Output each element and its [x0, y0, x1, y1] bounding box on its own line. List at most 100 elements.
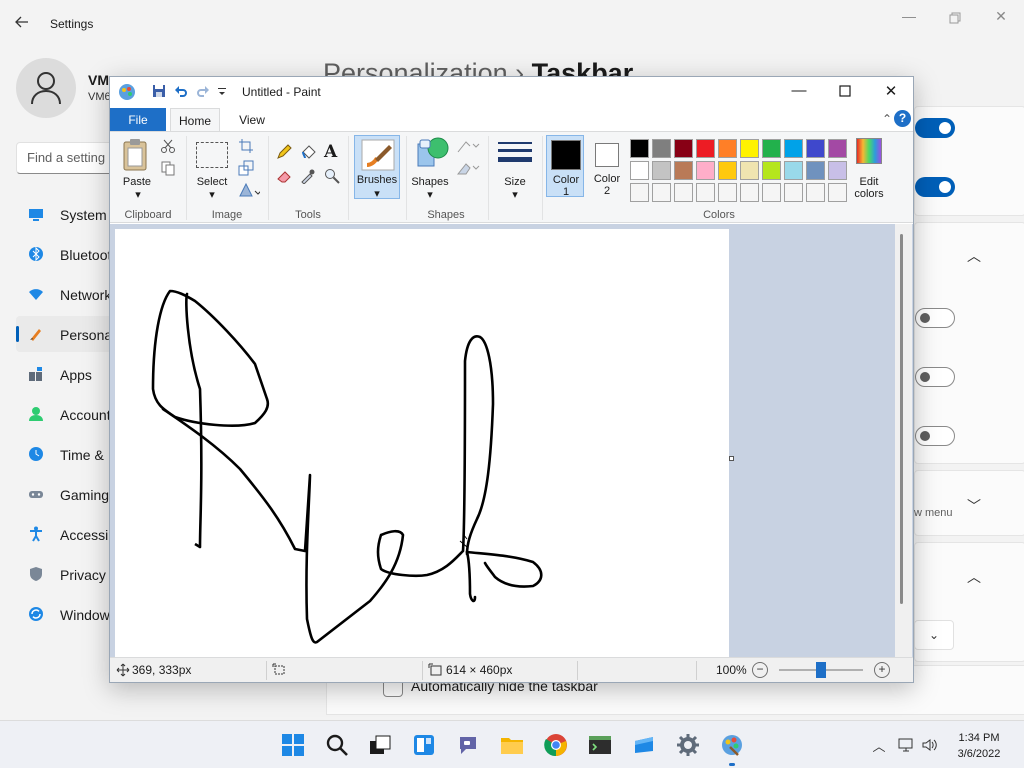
palette-color-swatch[interactable] — [784, 139, 803, 158]
size-dropdown-icon[interactable]: ▾ — [511, 188, 519, 201]
toggle-switch[interactable] — [915, 308, 955, 328]
palette-color-swatch[interactable] — [696, 183, 715, 202]
pencil-icon[interactable] — [276, 144, 294, 162]
chat-icon[interactable] — [456, 733, 480, 757]
brushes-button[interactable]: Brushes ▾ — [354, 135, 400, 200]
store-icon[interactable] — [632, 733, 656, 757]
edit-colors-button[interactable]: Edit — [846, 176, 892, 188]
chevron-up-icon[interactable]: ︿ — [966, 567, 982, 585]
scrollbar-thumb[interactable] — [900, 234, 903, 604]
palette-color-swatch[interactable] — [784, 183, 803, 202]
save-icon[interactable] — [152, 84, 168, 100]
customize-qat-icon[interactable] — [216, 84, 232, 100]
shapes-icon[interactable] — [414, 136, 450, 170]
resize-icon[interactable] — [238, 160, 256, 178]
restore-icon[interactable] — [940, 8, 970, 28]
dropdown-chevron-icon[interactable]: ⌄ — [914, 620, 954, 650]
shapes-dropdown-icon[interactable]: ▾ — [426, 188, 434, 201]
toggle-switch[interactable] — [915, 177, 955, 197]
toggle-switch[interactable] — [915, 118, 955, 138]
select-button[interactable]: Select — [192, 176, 232, 188]
palette-color-swatch[interactable] — [674, 183, 693, 202]
color1-button[interactable]: Color 1 — [546, 135, 584, 198]
paint-app-icon[interactable] — [118, 83, 136, 101]
palette-color-swatch[interactable] — [696, 161, 715, 180]
widgets-icon[interactable] — [412, 733, 436, 757]
paste-button[interactable]: Paste — [118, 176, 156, 188]
undo-icon[interactable] — [174, 84, 190, 100]
chevron-up-icon[interactable]: ︿ — [966, 246, 982, 264]
palette-color-swatch[interactable] — [762, 139, 781, 158]
palette-color-swatch[interactable] — [718, 139, 737, 158]
chevron-up-icon[interactable]: ︿ — [870, 736, 888, 754]
copy-icon[interactable] — [160, 160, 178, 178]
edit-colors-icon[interactable] — [856, 138, 882, 164]
palette-color-swatch[interactable] — [828, 139, 847, 158]
start-icon[interactable] — [281, 733, 305, 757]
color-picker-icon[interactable] — [300, 168, 318, 186]
palette-color-swatch[interactable] — [740, 161, 759, 180]
terminal-icon[interactable] — [588, 733, 612, 757]
palette-color-swatch[interactable] — [828, 161, 847, 180]
palette-color-swatch[interactable] — [740, 139, 759, 158]
avatar[interactable] — [16, 58, 76, 118]
palette-color-swatch[interactable] — [762, 161, 781, 180]
canvas-resize-handle[interactable] — [729, 456, 734, 461]
tab-file[interactable]: File — [110, 108, 166, 131]
redo-icon[interactable] — [196, 84, 212, 100]
minimize-icon[interactable]: — — [784, 82, 814, 102]
palette-color-swatch[interactable] — [806, 139, 825, 158]
network-icon[interactable] — [897, 736, 915, 754]
shapes-button[interactable]: Shapes — [408, 176, 452, 188]
paste-icon[interactable] — [122, 138, 152, 172]
palette-color-swatch[interactable] — [806, 161, 825, 180]
drawing-canvas[interactable] — [115, 229, 729, 657]
fill-icon[interactable] — [300, 144, 318, 162]
palette-color-swatch[interactable] — [828, 183, 847, 202]
palette-color-swatch[interactable] — [652, 161, 671, 180]
text-icon[interactable]: A — [324, 142, 342, 162]
palette-color-swatch[interactable] — [630, 161, 649, 180]
palette-color-swatch[interactable] — [696, 139, 715, 158]
palette-color-swatch[interactable] — [740, 183, 759, 202]
palette-color-swatch[interactable] — [652, 139, 671, 158]
palette-color-swatch[interactable] — [762, 183, 781, 202]
toggle-switch[interactable] — [915, 426, 955, 446]
paint-icon[interactable] — [720, 733, 744, 766]
color2-button[interactable]: Color 2 — [588, 135, 626, 197]
tab-home[interactable]: Home — [170, 108, 220, 131]
zoom-slider-thumb[interactable] — [816, 662, 826, 678]
settings-icon[interactable] — [676, 733, 700, 757]
magnifier-icon[interactable] — [324, 168, 342, 186]
chrome-icon[interactable] — [544, 733, 568, 757]
close-icon[interactable]: ✕ — [876, 82, 906, 102]
palette-color-swatch[interactable] — [784, 161, 803, 180]
palette-color-swatch[interactable] — [674, 139, 693, 158]
file-explorer-icon[interactable] — [500, 733, 524, 757]
fill-shape-icon[interactable] — [456, 160, 480, 178]
palette-color-swatch[interactable] — [630, 183, 649, 202]
select-icon[interactable] — [196, 142, 228, 168]
crop-icon[interactable] — [238, 138, 256, 156]
cut-icon[interactable] — [160, 138, 178, 156]
toggle-switch[interactable] — [915, 367, 955, 387]
palette-color-swatch[interactable] — [806, 183, 825, 202]
size-icon[interactable] — [498, 140, 532, 168]
vertical-scrollbar[interactable] — [895, 224, 912, 657]
collapse-ribbon-icon[interactable]: ⌃ — [882, 112, 892, 126]
select-dropdown-icon[interactable]: ▾ — [208, 188, 216, 201]
close-icon[interactable]: ✕ — [986, 8, 1016, 28]
chevron-down-icon[interactable]: ﹀ — [966, 496, 982, 514]
tab-view[interactable]: View — [228, 108, 276, 131]
taskbar-clock[interactable]: 1:34 PM 3/6/2022 — [944, 730, 1014, 762]
eraser-icon[interactable] — [276, 168, 294, 186]
zoom-out-button[interactable]: − — [752, 662, 768, 678]
palette-color-swatch[interactable] — [630, 139, 649, 158]
task-view-icon[interactable] — [368, 733, 392, 757]
palette-color-swatch[interactable] — [718, 183, 737, 202]
volume-icon[interactable] — [921, 736, 939, 754]
palette-color-swatch[interactable] — [718, 161, 737, 180]
back-arrow-icon[interactable] — [14, 14, 34, 34]
palette-color-swatch[interactable] — [674, 161, 693, 180]
minimize-icon[interactable]: — — [894, 8, 924, 28]
